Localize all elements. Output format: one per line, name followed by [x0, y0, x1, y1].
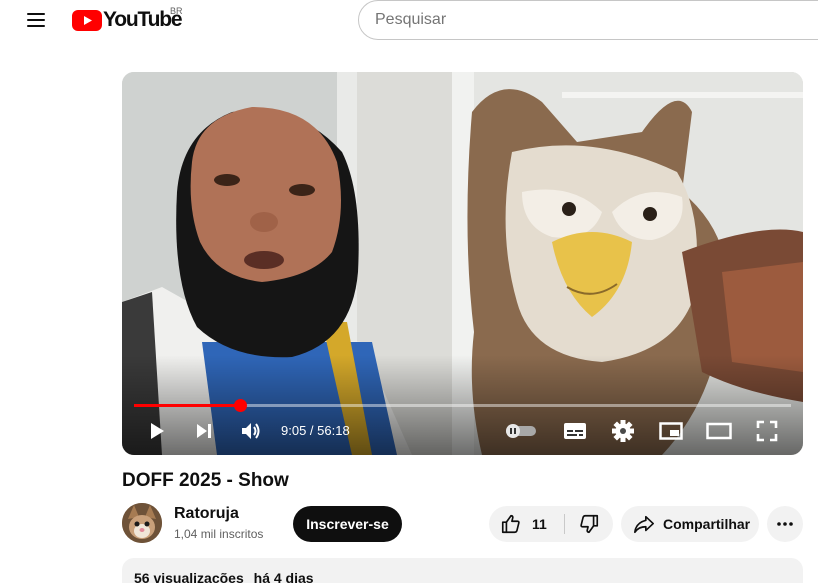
description-box[interactable]: 56 visualizações há 4 dias — [122, 558, 803, 583]
progress-played — [134, 404, 240, 407]
subtitles-icon — [564, 423, 586, 439]
more-button[interactable] — [767, 506, 803, 542]
like-icon — [501, 514, 520, 534]
time-display: 9:05 / 56:18 — [281, 423, 350, 438]
next-icon — [197, 424, 211, 438]
search-input[interactable] — [359, 1, 818, 39]
miniplayer-icon — [659, 422, 683, 440]
share-label: Compartilhar — [663, 516, 751, 532]
settings-button[interactable] — [605, 417, 641, 445]
dislike-icon — [580, 514, 599, 534]
scrubber-handle[interactable] — [233, 399, 247, 412]
like-dislike-group: 11 — [489, 506, 613, 542]
subscribe-button[interactable]: Inscrever-se — [293, 506, 402, 542]
fullscreen-icon — [756, 420, 778, 442]
miniplayer-button[interactable] — [653, 417, 689, 445]
dislike-button[interactable] — [565, 506, 613, 542]
avatar[interactable] — [122, 503, 162, 543]
menu-icon[interactable] — [24, 8, 48, 32]
video-player[interactable]: 9:05 / 56:18 — [122, 72, 803, 455]
more-icon — [777, 522, 793, 526]
volume-button[interactable] — [233, 417, 269, 445]
like-button[interactable]: 11 — [489, 506, 564, 542]
autoplay-toggle-icon — [506, 424, 536, 438]
subtitles-button[interactable] — [557, 417, 593, 445]
volume-icon — [242, 423, 260, 439]
play-button[interactable] — [139, 417, 175, 445]
theater-mode-button[interactable] — [701, 417, 737, 445]
upload-age: há 4 dias — [253, 570, 314, 583]
channel-name[interactable]: Ratoruja — [174, 505, 239, 523]
progress-bar[interactable] — [134, 399, 791, 412]
like-count: 11 — [532, 516, 547, 532]
view-count: 56 visualizações — [134, 570, 244, 583]
play-icon — [151, 423, 164, 439]
region-code: BR — [170, 6, 183, 16]
youtube-logo[interactable]: YouTube — [72, 9, 183, 31]
settings-icon — [612, 420, 634, 442]
share-button[interactable]: Compartilhar — [621, 506, 759, 542]
search-box[interactable] — [358, 0, 818, 40]
share-icon — [634, 515, 654, 534]
autoplay-toggle[interactable] — [503, 417, 539, 445]
channel-avatar-icon — [122, 503, 162, 543]
next-button[interactable] — [186, 417, 222, 445]
youtube-logo-icon — [72, 9, 102, 31]
fullscreen-button[interactable] — [749, 417, 785, 445]
video-title: DOFF 2025 - Show — [122, 470, 289, 491]
theater-mode-icon — [706, 422, 732, 440]
video-frame — [122, 72, 803, 455]
subscriber-count: 1,04 mil inscritos — [174, 527, 264, 541]
